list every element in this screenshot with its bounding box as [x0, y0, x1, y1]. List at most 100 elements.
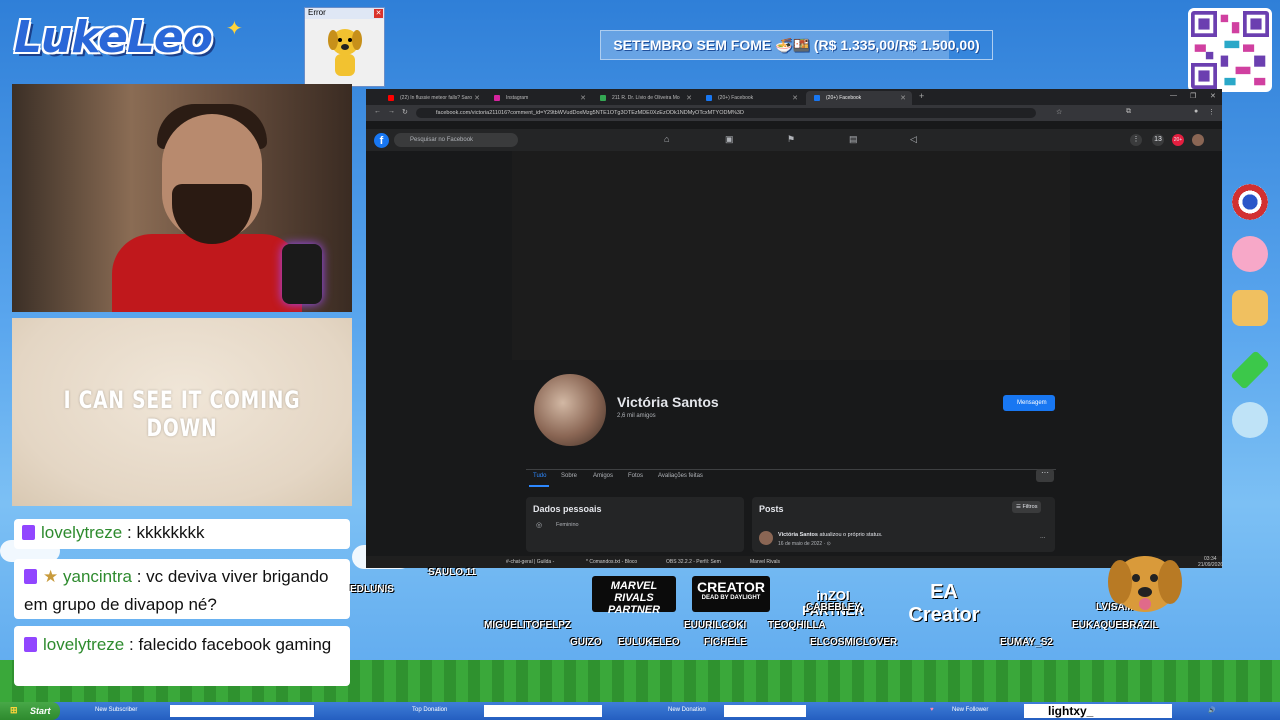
post-date[interactable]: 16 de maio de 2022 · ⊙ — [778, 541, 831, 547]
profile-friends-count[interactable]: 2,6 mil amigos — [617, 413, 656, 419]
posts-title: Posts — [759, 504, 784, 514]
close-icon[interactable]: ✕ — [580, 94, 586, 102]
close-icon[interactable]: ✕ — [792, 94, 798, 102]
back-icon[interactable]: ← — [374, 108, 381, 115]
browser-tab-active[interactable]: (20+) Facebook ✕ — [806, 91, 912, 105]
goal-text: SETEMBRO SEM FOME 🍜🍱 (R$ 1.335,00/R$ 1.5… — [613, 37, 980, 53]
personal-details-title: Dados pessoais — [533, 504, 602, 514]
post-author-avatar[interactable] — [759, 531, 773, 545]
home-icon[interactable]: ⌂ — [664, 134, 669, 144]
youtube-icon — [388, 95, 394, 101]
tab-about[interactable]: Sobre — [561, 473, 577, 479]
supporter-name: CABEBLEY — [806, 602, 862, 613]
supporter-name: EDLUNIS — [350, 584, 394, 595]
close-icon[interactable]: ✕ — [686, 94, 692, 102]
twitch-badge-icon — [24, 637, 37, 652]
supporter-name: GUIZO — [570, 637, 602, 648]
pages-icon[interactable]: ⚑ — [787, 134, 795, 145]
notifications-icon[interactable]: 20+ — [1172, 134, 1184, 146]
captain-shield-icon — [1232, 184, 1268, 220]
facebook-search-input[interactable]: Pesquisar no Facebook — [394, 133, 518, 147]
ads-icon[interactable]: ◁ — [910, 134, 917, 145]
browser-tab[interactable]: (20+) Facebook ✕ — [698, 91, 804, 105]
gender-value: Feminino — [556, 522, 579, 528]
new-subscriber-field — [170, 705, 314, 717]
tab-all[interactable]: Tudo — [533, 473, 546, 479]
error-title: Error ✕ — [305, 8, 384, 19]
profile-picture[interactable] — [532, 372, 608, 448]
profile-icon[interactable]: ● — [1194, 108, 1198, 115]
bookmark-icon[interactable]: ☆ — [1056, 108, 1062, 116]
extensions-icon[interactable]: ⧉ — [1126, 108, 1131, 116]
marketplace-icon[interactable]: ▤ — [849, 134, 858, 145]
star-badge-icon: ★ — [43, 567, 59, 586]
message-button[interactable]: Mensagem — [1003, 395, 1055, 411]
close-icon[interactable]: ✕ — [1210, 92, 1216, 100]
microphone-icon — [282, 244, 322, 304]
chat-text: falecido facebook gaming — [138, 635, 332, 654]
clock-date: 21/09/2026 — [1198, 562, 1224, 568]
streamer-shirt — [112, 234, 302, 312]
twitch-badge-icon — [22, 525, 35, 540]
tab-photos[interactable]: Fotos — [628, 473, 643, 479]
new-follower-label: New Follower — [952, 707, 989, 713]
account-avatar[interactable] — [1192, 134, 1204, 146]
new-tab-button[interactable]: + — [919, 91, 924, 101]
supporter-name: SAULO.11 — [428, 567, 477, 578]
top-donation-field — [484, 705, 602, 717]
menu-grid-icon[interactable]: ⋮ — [1130, 134, 1142, 146]
url-field[interactable]: facebook.com/victoria211016?comment_id=Y… — [416, 108, 1036, 118]
tab-reviews[interactable]: Avaliações feitas — [658, 473, 703, 479]
overlay-taskbar: ⊞ Start New Subscriber Top Donation New D… — [0, 702, 1280, 720]
chat-message: lovelytreze : kkkkkkkk — [14, 519, 350, 549]
taskbar-item-game[interactable]: Marvel Rivals — [750, 559, 780, 565]
top-donation-label: Top Donation — [412, 707, 448, 713]
qr-code-icon — [1188, 8, 1272, 92]
filters-button[interactable]: ☰ Filtros — [1012, 501, 1042, 513]
close-icon[interactable]: ✕ — [374, 9, 383, 18]
cloud-character-icon — [1232, 402, 1268, 438]
menu-icon[interactable]: ⋮ — [1208, 108, 1215, 116]
chat-username: lovelytreze — [41, 523, 123, 542]
close-icon[interactable]: ✕ — [474, 94, 480, 102]
browser-tab[interactable]: (22) In flussie meteor falls? Saro ✕ — [380, 91, 486, 105]
maximize-icon[interactable]: ❐ — [1190, 92, 1196, 100]
supporter-name: MIGUELITOFELPZ — [484, 620, 572, 631]
tab-friends[interactable]: Amigos — [593, 473, 613, 479]
reload-icon[interactable]: ↻ — [402, 108, 408, 116]
browser-tab[interactable]: 211 R. Dr. Lívio de Oliveira Mo ✕ — [592, 91, 698, 105]
taskbar-item-obs[interactable]: OBS 32.2.2 - Perfil: Sem — [666, 559, 721, 565]
forward-icon[interactable]: → — [388, 108, 395, 115]
browser-tab-strip: (22) In flussie meteor falls? Saro ✕ Inst… — [366, 89, 1222, 105]
start-button[interactable]: ⊞ Start — [0, 702, 60, 720]
new-donation-label: New Donation — [668, 707, 706, 713]
new-donation-field — [724, 705, 806, 717]
close-icon[interactable]: ✕ — [900, 94, 906, 102]
more-options-button[interactable]: ··· — [1036, 469, 1054, 482]
facebook-logo-icon[interactable]: f — [374, 133, 389, 148]
taskbar-item-discord[interactable]: #-chat-geral | Guilda - — [506, 559, 554, 565]
webcam-feed — [12, 84, 352, 312]
post-options-icon[interactable]: ··· — [1040, 535, 1046, 541]
video-icon[interactable]: ▣ — [725, 134, 734, 145]
supporter-name: EUMAY_S2 — [1000, 637, 1053, 648]
character-icon — [1232, 290, 1268, 326]
taskbar-item-notepad[interactable]: * Comandos.txt - Bloco — [586, 559, 637, 565]
error-popup[interactable]: Error ✕ — [304, 7, 385, 87]
chat-message: lovelytreze : falecido facebook gaming — [14, 626, 350, 686]
marvel-rivals-sponsor: MARVEL RIVALS PARTNER — [592, 576, 676, 616]
jigglypuff-icon — [1232, 236, 1268, 272]
new-follower-name: lightxy_ — [1024, 704, 1172, 718]
browser-tab[interactable]: Instagram ✕ — [486, 91, 592, 105]
facebook-icon — [814, 95, 820, 101]
maps-icon — [600, 95, 606, 101]
messenger-icon[interactable]: 13 — [1152, 134, 1164, 146]
desktop-taskbar: #-chat-geral | Guilda - * Comandos.txt -… — [366, 556, 1224, 568]
chat-text: kkkkkkkk — [136, 523, 205, 542]
minimize-icon[interactable]: — — [1170, 92, 1177, 99]
profile-cover — [512, 151, 1070, 360]
twitch-badge-icon — [24, 569, 37, 584]
supporter-name: EUKAQUEBRAZIL — [1072, 620, 1159, 631]
profile-tabs-divider — [526, 469, 1056, 470]
supporter-name: TEOQHILLA — [768, 620, 826, 631]
